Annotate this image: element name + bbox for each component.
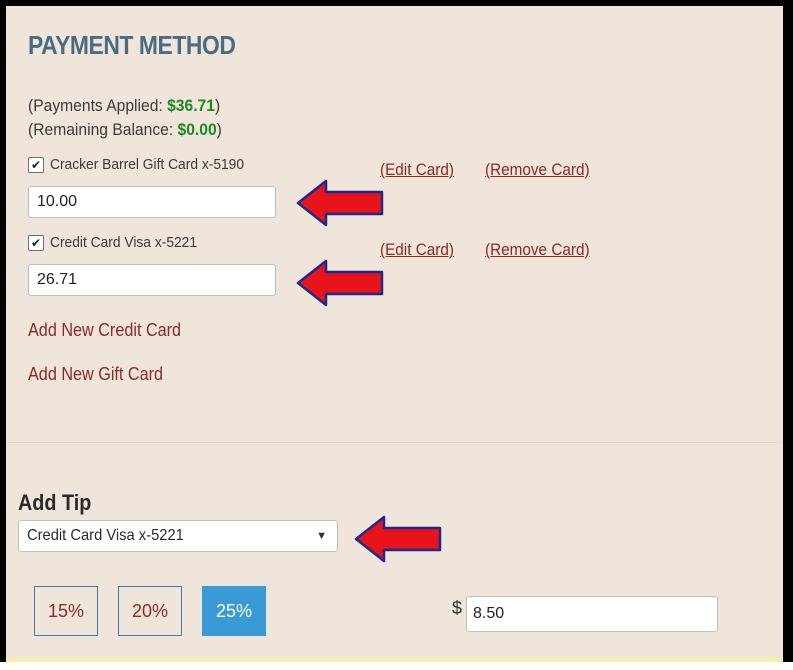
tip-card-selected-value: Credit Card Visa x-5221: [27, 527, 184, 544]
add-new-credit-card-link[interactable]: Add New Credit Card: [28, 320, 181, 341]
currency-symbol: $: [452, 598, 463, 618]
tip-25-button[interactable]: 25%: [202, 586, 266, 636]
tip-20-button[interactable]: 20%: [118, 586, 182, 636]
remaining-balance-label: (Remaining Balance:: [28, 120, 178, 139]
credit-card-label: Credit Card Visa x-5221: [50, 234, 198, 251]
remove-gift-card-link[interactable]: (Remove Card): [485, 160, 590, 180]
remaining-balance-suffix: ): [216, 120, 222, 139]
bottom-strip: [6, 658, 783, 662]
triangle-down-icon: ▼: [316, 530, 327, 542]
red-arrow-icon: [296, 179, 384, 227]
tip-amount-input[interactable]: [466, 596, 718, 632]
add-tip-title: Add Tip: [18, 490, 92, 515]
payments-applied-label: (Payments Applied:: [28, 96, 168, 115]
section-divider: [6, 442, 783, 443]
red-arrow-icon: [354, 515, 442, 563]
add-new-gift-card-link[interactable]: Add New Gift Card: [28, 364, 163, 385]
payments-applied-suffix: ): [214, 96, 221, 115]
payments-applied-amount: $36.71: [167, 96, 215, 115]
red-arrow-icon: [296, 259, 384, 307]
tip-15-button[interactable]: 15%: [34, 586, 98, 636]
edit-gift-card-link[interactable]: (Edit Card): [380, 160, 454, 180]
gift-card-row: ✔ Cracker Barrel Gift Card x-5190: [28, 156, 261, 173]
credit-card-amount-input[interactable]: [28, 264, 276, 296]
gift-card-amount-input[interactable]: [28, 186, 276, 218]
remove-credit-card-link[interactable]: (Remove Card): [485, 240, 590, 260]
checkmark-icon: ✔: [30, 235, 42, 250]
credit-card-row: ✔ Credit Card Visa x-5221: [28, 234, 210, 251]
payment-method-title: PAYMENT METHOD: [28, 30, 236, 60]
edit-credit-card-link[interactable]: (Edit Card): [380, 240, 454, 260]
gift-card-checkbox[interactable]: ✔: [28, 156, 44, 173]
credit-card-checkbox[interactable]: ✔: [28, 234, 44, 251]
gift-card-label: Cracker Barrel Gift Card x-5190: [50, 156, 245, 173]
tip-card-select[interactable]: Credit Card Visa x-5221 ▼: [18, 520, 338, 552]
remaining-balance-amount: $0.00: [177, 120, 217, 139]
payments-applied: (Payments Applied: $36.71): [28, 96, 220, 116]
checkmark-icon: ✔: [30, 157, 42, 172]
remaining-balance: (Remaining Balance: $0.00): [28, 120, 222, 140]
